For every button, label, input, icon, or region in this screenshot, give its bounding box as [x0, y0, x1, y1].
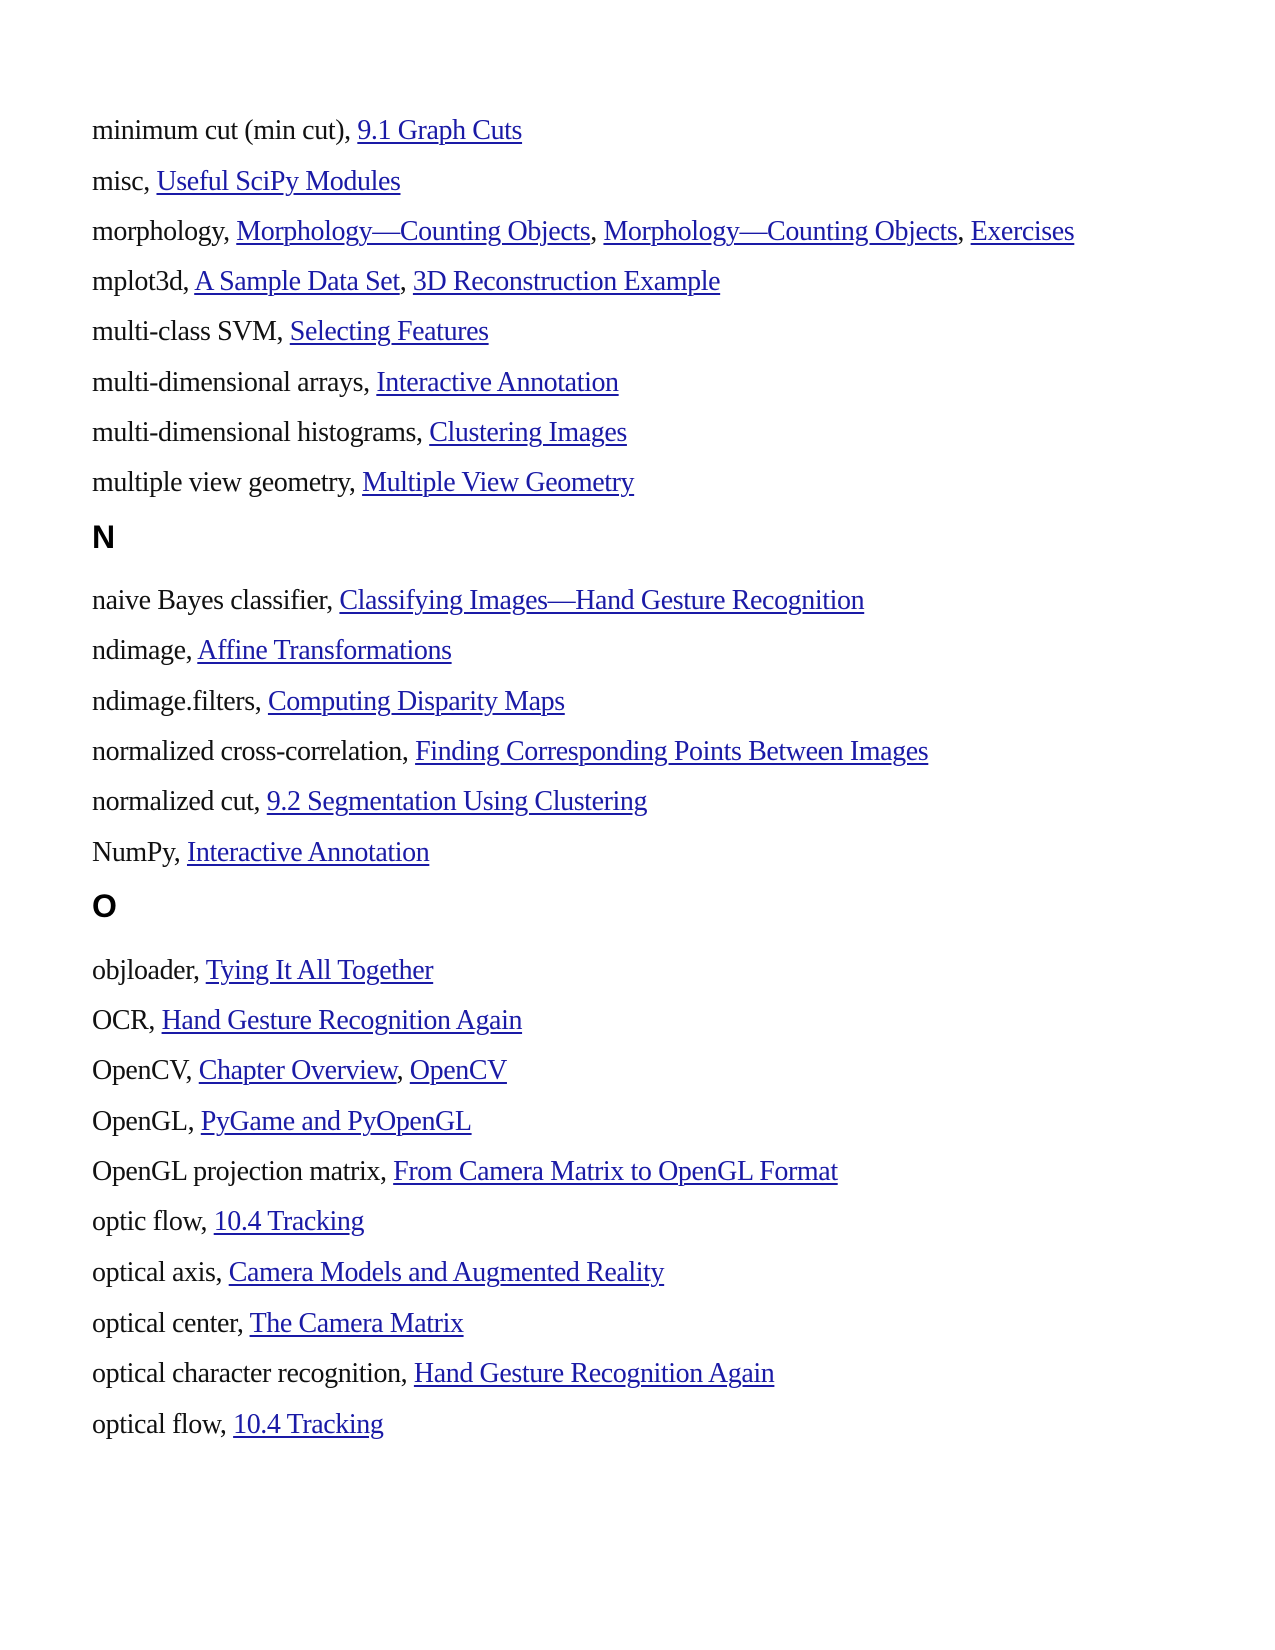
index-term: OpenGL,: [92, 1106, 201, 1137]
index-term: ndimage.filters,: [92, 686, 268, 717]
index-term: minimum cut (min cut),: [92, 115, 358, 146]
index-link-camera-matrix-to-opengl-format[interactable]: From Camera Matrix to OpenGL Format: [393, 1156, 838, 1187]
index-entry-morphology: morphology, Morphology—Counting Objects,…: [92, 215, 1075, 249]
index-entry-multi-dimensional-histograms: multi-dimensional histograms, Clustering…: [92, 416, 627, 450]
index-link-pygame-and-pyopengl[interactable]: PyGame and PyOpenGL: [201, 1106, 472, 1137]
index-entry-optical-character-recognition: optical character recognition, Hand Gest…: [92, 1357, 775, 1391]
index-entry-normalized-cross-correlation: normalized cross-correlation, Finding Co…: [92, 735, 929, 769]
index-entry-mplot3d: mplot3d, A Sample Data Set, 3D Reconstru…: [92, 265, 721, 299]
index-term: multi-dimensional histograms,: [92, 417, 430, 448]
index-term: multi-dimensional arrays,: [92, 367, 377, 398]
index-page: minimum cut (min cut), 9.1 Graph Cuts mi…: [0, 0, 1275, 1650]
index-link-finding-corresponding-points[interactable]: Finding Corresponding Points Between Ima…: [415, 736, 929, 767]
index-link-multiple-view-geometry[interactable]: Multiple View Geometry: [362, 467, 634, 498]
index-link-segmentation-using-clustering[interactable]: 9.2 Segmentation Using Clustering: [267, 786, 648, 817]
index-entry-optic-flow: optic flow, 10.4 Tracking: [92, 1205, 364, 1239]
index-link-opencv[interactable]: OpenCV: [410, 1055, 508, 1086]
index-link-the-camera-matrix[interactable]: The Camera Matrix: [250, 1308, 464, 1339]
index-entry-ocr: OCR, Hand Gesture Recognition Again: [92, 1004, 522, 1038]
index-entry-multi-class-svm: multi-class SVM, Selecting Features: [92, 315, 489, 349]
index-entry-normalized-cut: normalized cut, 9.2 Segmentation Using C…: [92, 785, 648, 819]
index-term: multiple view geometry,: [92, 467, 363, 498]
index-entry-numpy: NumPy, Interactive Annotation: [92, 836, 430, 870]
index-link-morphology-counting-objects-1[interactable]: Morphology—Counting Objects: [236, 216, 590, 247]
index-entry-opengl: OpenGL, PyGame and PyOpenGL: [92, 1105, 472, 1139]
link-separator: ,: [399, 266, 413, 297]
index-entry-multi-dimensional-arrays: multi-dimensional arrays, Interactive An…: [92, 366, 619, 400]
index-link-clustering-images[interactable]: Clustering Images: [429, 417, 627, 448]
index-entry-opencv: OpenCV, Chapter Overview, OpenCV: [92, 1054, 507, 1088]
index-section-heading-o: O: [92, 888, 117, 924]
index-link-hand-gesture-recognition-again[interactable]: Hand Gesture Recognition Again: [162, 1005, 523, 1036]
index-term: naive Bayes classifier,: [92, 585, 340, 616]
index-entry-ndimage-filters: ndimage.filters, Computing Disparity Map…: [92, 685, 565, 719]
index-entry-opengl-projection-matrix: OpenGL projection matrix, From Camera Ma…: [92, 1155, 838, 1189]
index-link-graph-cuts[interactable]: 9.1 Graph Cuts: [357, 115, 522, 146]
index-section-heading-n: N: [92, 519, 116, 555]
index-term: mplot3d,: [92, 266, 195, 297]
index-term: OpenCV,: [92, 1055, 199, 1086]
link-separator: ,: [957, 216, 971, 247]
link-separator: ,: [590, 216, 604, 247]
index-term: NumPy,: [92, 837, 187, 868]
index-link-camera-models-augmented-reality[interactable]: Camera Models and Augmented Reality: [229, 1257, 665, 1288]
index-term: OCR,: [92, 1005, 162, 1036]
index-entry-optical-center: optical center, The Camera Matrix: [92, 1307, 464, 1341]
index-entry-naive-bayes: naive Bayes classifier, Classifying Imag…: [92, 584, 865, 618]
index-link-3d-reconstruction-example[interactable]: 3D Reconstruction Example: [413, 266, 721, 297]
index-link-hand-gesture-recognition-again[interactable]: Hand Gesture Recognition Again: [414, 1358, 775, 1389]
index-entry-minimum-cut: minimum cut (min cut), 9.1 Graph Cuts: [92, 114, 522, 148]
index-link-exercises[interactable]: Exercises: [971, 216, 1075, 247]
index-link-tracking[interactable]: 10.4 Tracking: [214, 1206, 365, 1237]
index-link-morphology-counting-objects-2[interactable]: Morphology—Counting Objects: [603, 216, 957, 247]
index-term: optical axis,: [92, 1257, 229, 1288]
index-entry-optical-axis: optical axis, Camera Models and Augmente…: [92, 1256, 665, 1290]
index-term: ndimage,: [92, 635, 198, 666]
index-link-interactive-annotation[interactable]: Interactive Annotation: [376, 367, 619, 398]
index-term: optical character recognition,: [92, 1358, 414, 1389]
index-link-tying-it-all-together[interactable]: Tying It All Together: [206, 955, 434, 986]
index-link-useful-scipy-modules[interactable]: Useful SciPy Modules: [156, 166, 400, 197]
index-link-interactive-annotation[interactable]: Interactive Annotation: [187, 837, 430, 868]
index-entry-misc: misc, Useful SciPy Modules: [92, 165, 401, 199]
index-term: normalized cut,: [92, 786, 267, 817]
index-link-tracking[interactable]: 10.4 Tracking: [233, 1409, 384, 1440]
index-term: optical flow,: [92, 1409, 234, 1440]
index-term: normalized cross-correlation,: [92, 736, 416, 767]
index-entry-ndimage: ndimage, Affine Transformations: [92, 634, 452, 668]
index-term: multi-class SVM,: [92, 316, 290, 347]
index-link-chapter-overview[interactable]: Chapter Overview: [199, 1055, 397, 1086]
index-term: optical center,: [92, 1308, 250, 1339]
index-link-computing-disparity-maps[interactable]: Computing Disparity Maps: [268, 686, 565, 717]
index-entry-objloader: objloader, Tying It All Together: [92, 954, 434, 988]
index-term: optic flow,: [92, 1206, 214, 1237]
index-term: morphology,: [92, 216, 237, 247]
index-entry-optical-flow: optical flow, 10.4 Tracking: [92, 1408, 384, 1442]
index-term: misc,: [92, 166, 157, 197]
index-link-affine-transformations[interactable]: Affine Transformations: [197, 635, 452, 666]
link-separator: ,: [396, 1055, 410, 1086]
index-link-sample-data-set[interactable]: A Sample Data Set: [194, 266, 400, 297]
index-term: objloader,: [92, 955, 206, 986]
index-link-selecting-features[interactable]: Selecting Features: [290, 316, 489, 347]
index-link-classifying-images[interactable]: Classifying Images—Hand Gesture Recognit…: [339, 585, 864, 616]
index-term: OpenGL projection matrix,: [92, 1156, 394, 1187]
index-entry-multiple-view-geometry: multiple view geometry, Multiple View Ge…: [92, 466, 635, 500]
